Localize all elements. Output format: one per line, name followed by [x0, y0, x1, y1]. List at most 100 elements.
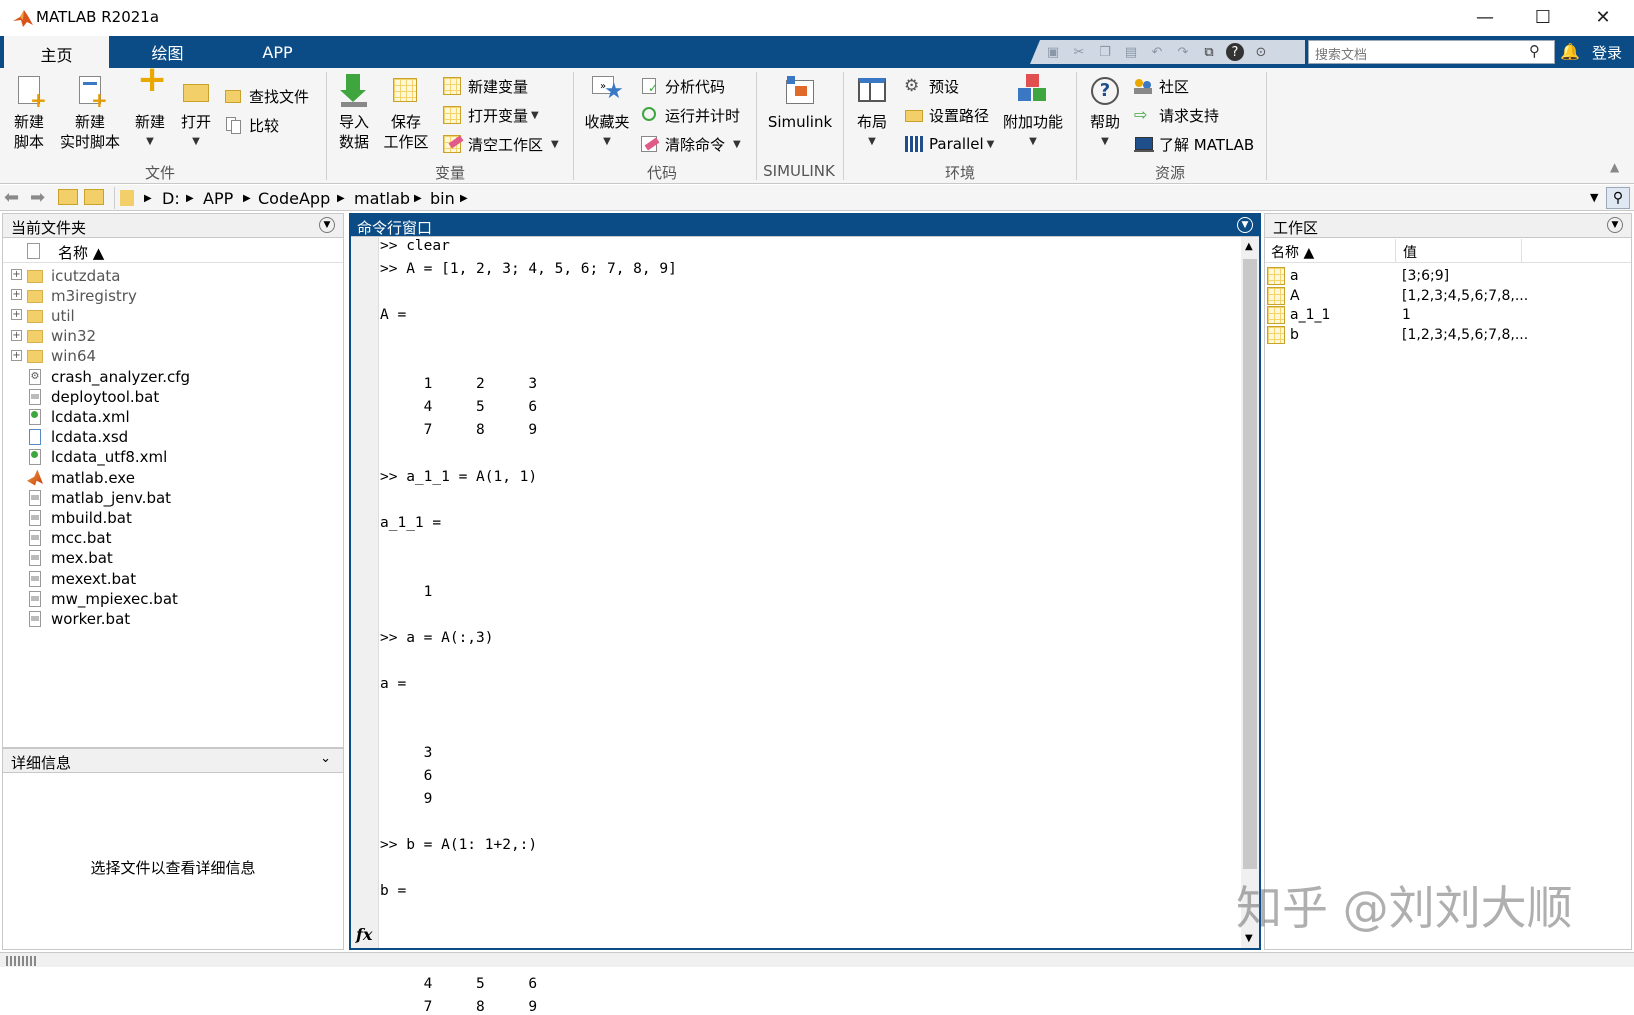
file-row[interactable]: mcc.bat: [27, 528, 111, 549]
layout-button[interactable]: 布局 ▼: [852, 74, 892, 152]
help-icon[interactable]: ?: [1226, 43, 1244, 61]
save-workspace-button[interactable]: 保存 工作区: [382, 74, 430, 152]
clear-commands-button[interactable]: 清除命令 ▼: [640, 132, 741, 156]
file-icon: [27, 388, 43, 405]
tab-home[interactable]: 主页: [4, 36, 109, 68]
minimize-button[interactable]: —: [1462, 0, 1508, 34]
community-button[interactable]: 社区: [1134, 74, 1189, 98]
switch-windows-icon[interactable]: ⧉: [1200, 43, 1218, 61]
help-button[interactable]: ? 帮助 ▼: [1085, 74, 1125, 152]
simulink-button[interactable]: Simulink: [764, 74, 836, 132]
panel-actions-icon[interactable]: ▼: [1237, 217, 1253, 233]
details-header[interactable]: 详细信息 ⌄: [3, 749, 343, 773]
new-script-button[interactable]: + 新建 脚本: [8, 74, 50, 152]
file-row[interactable]: mbuild.bat: [27, 507, 132, 528]
address-dropdown-icon[interactable]: ▼: [1590, 191, 1598, 204]
parallel-button[interactable]: Parallel ▼: [904, 132, 994, 156]
tab-plots[interactable]: 绘图: [115, 36, 220, 68]
file-row[interactable]: lcdata.xsd: [27, 427, 128, 448]
scroll-up-icon[interactable]: ▲: [1245, 241, 1253, 252]
run-and-time-button[interactable]: 运行并计时: [640, 103, 740, 127]
maximize-button[interactable]: ☐: [1520, 0, 1566, 34]
expand-icon[interactable]: +: [11, 269, 22, 280]
collapse-toolstrip-icon[interactable]: ▲: [1610, 160, 1619, 174]
workspace-variable-row[interactable]: A [1,2,3;4,5,6;7,8,...: [1267, 286, 1627, 306]
expand-icon[interactable]: +: [11, 309, 22, 321]
chevron-down-icon[interactable]: ⌄: [320, 751, 331, 766]
login-link[interactable]: 登录: [1592, 42, 1622, 63]
expand-icon[interactable]: +: [11, 329, 22, 341]
workspace-variable-row[interactable]: a_1_1 1: [1267, 305, 1627, 325]
find-files-button[interactable]: 查找文件: [224, 84, 309, 108]
breadcrumb-matlab[interactable]: matlab: [354, 189, 410, 208]
file-row[interactable]: matlab.exe: [27, 467, 135, 488]
clear-workspace-button[interactable]: 清空工作区 ▼: [443, 132, 559, 156]
folder-row[interactable]: + util: [11, 305, 75, 326]
file-row[interactable]: mex.bat: [27, 548, 113, 569]
undo-icon[interactable]: ↶: [1148, 43, 1166, 61]
search-docs-input[interactable]: 搜索文档: [1308, 40, 1555, 64]
new-variable-button[interactable]: 新建变量: [443, 74, 528, 98]
cut-icon[interactable]: ✂: [1070, 43, 1088, 61]
panel-actions-icon[interactable]: ▼: [1607, 217, 1623, 233]
search-icon[interactable]: ⚲: [1529, 42, 1540, 60]
breadcrumb-codeapp[interactable]: CodeApp: [258, 189, 330, 208]
compare-button[interactable]: 比较: [224, 113, 279, 137]
quick-access-toolbar: ▣ ✂ ❐ ▤ ↶ ↷ ⧉ ? ⊙: [1030, 40, 1305, 64]
open-button[interactable]: 打开 ▼: [176, 74, 216, 152]
copy-icon[interactable]: ❐: [1096, 43, 1114, 61]
file-row[interactable]: mexext.bat: [27, 568, 136, 589]
file-row[interactable]: lcdata_utf8.xml: [27, 447, 167, 468]
folder-row[interactable]: + icutzdata: [11, 265, 120, 286]
open-variable-button[interactable]: 打开变量 ▼: [443, 103, 539, 127]
search-folder-icon[interactable]: ⚲: [1606, 187, 1630, 209]
function-browser-icon[interactable]: fx: [356, 925, 372, 944]
new-button[interactable]: + 新建 ▼: [130, 62, 170, 152]
breadcrumb-bin[interactable]: bin: [430, 189, 455, 208]
favorites-button[interactable]: » ★ 收藏夹 ▼: [582, 74, 632, 152]
learn-matlab-button[interactable]: 了解 MATLAB: [1134, 132, 1254, 156]
expand-icon[interactable]: +: [11, 349, 22, 361]
dropdown-icon[interactable]: ⊙: [1252, 43, 1270, 61]
file-row[interactable]: mw_mpiexec.bat: [27, 588, 178, 609]
scroll-thumb[interactable]: [1243, 259, 1257, 869]
browse-folder-icon[interactable]: [84, 189, 104, 205]
folder-row[interactable]: + win32: [11, 326, 96, 347]
workspace-variable-row[interactable]: a [3;6;9]: [1267, 266, 1627, 286]
file-row[interactable]: lcdata.xml: [27, 406, 130, 427]
file-row[interactable]: ⚙ crash_analyzer.cfg: [27, 366, 190, 387]
addons-button[interactable]: 附加功能 ▼: [1002, 74, 1064, 152]
file-row[interactable]: matlab_jenv.bat: [27, 487, 171, 508]
workspace-variable-row[interactable]: b [1,2,3;4,5,6;7,8,...: [1267, 325, 1627, 345]
ws-name-column[interactable]: 名称 ▲: [1271, 242, 1314, 262]
new-live-script-button[interactable]: + 新建 实时脚本: [58, 74, 122, 152]
paste-icon[interactable]: ▤: [1122, 43, 1140, 61]
folder-icon: [27, 268, 43, 284]
bell-icon[interactable]: 🔔: [1560, 42, 1580, 61]
expand-icon[interactable]: +: [11, 289, 22, 301]
request-support-button[interactable]: ⇨ 请求支持: [1134, 103, 1219, 127]
ws-value-column[interactable]: 值: [1403, 242, 1417, 262]
up-folder-icon[interactable]: [58, 189, 78, 205]
tab-apps[interactable]: APP: [225, 36, 330, 68]
analyze-code-button[interactable]: ✓ 分析代码: [640, 74, 725, 98]
back-arrow-icon[interactable]: ⬅: [4, 187, 19, 208]
ribbon-divider: [1266, 72, 1267, 180]
file-row[interactable]: worker.bat: [27, 608, 130, 629]
breadcrumb-app[interactable]: APP: [203, 189, 233, 208]
forward-arrow-icon[interactable]: ➡: [30, 187, 45, 208]
command-input-line: >> clear: [380, 238, 450, 254]
set-path-button[interactable]: 设置路径: [904, 103, 989, 127]
folder-row[interactable]: + m3iregistry: [11, 285, 137, 306]
preferences-button[interactable]: ⚙ 预设: [904, 74, 959, 98]
panel-actions-icon[interactable]: ▼: [319, 217, 335, 233]
redo-icon[interactable]: ↷: [1174, 43, 1192, 61]
name-column-header[interactable]: 名称 ▲: [58, 242, 104, 263]
import-data-button[interactable]: 导入 数据: [334, 74, 374, 152]
command-scrollbar[interactable]: ▲ ▼: [1241, 237, 1259, 948]
breadcrumb-drive[interactable]: D:: [162, 189, 180, 208]
save-icon[interactable]: ▣: [1044, 43, 1062, 61]
file-row[interactable]: deploytool.bat: [27, 386, 159, 407]
close-button[interactable]: ✕: [1580, 0, 1626, 34]
folder-row[interactable]: + win64: [11, 346, 96, 367]
